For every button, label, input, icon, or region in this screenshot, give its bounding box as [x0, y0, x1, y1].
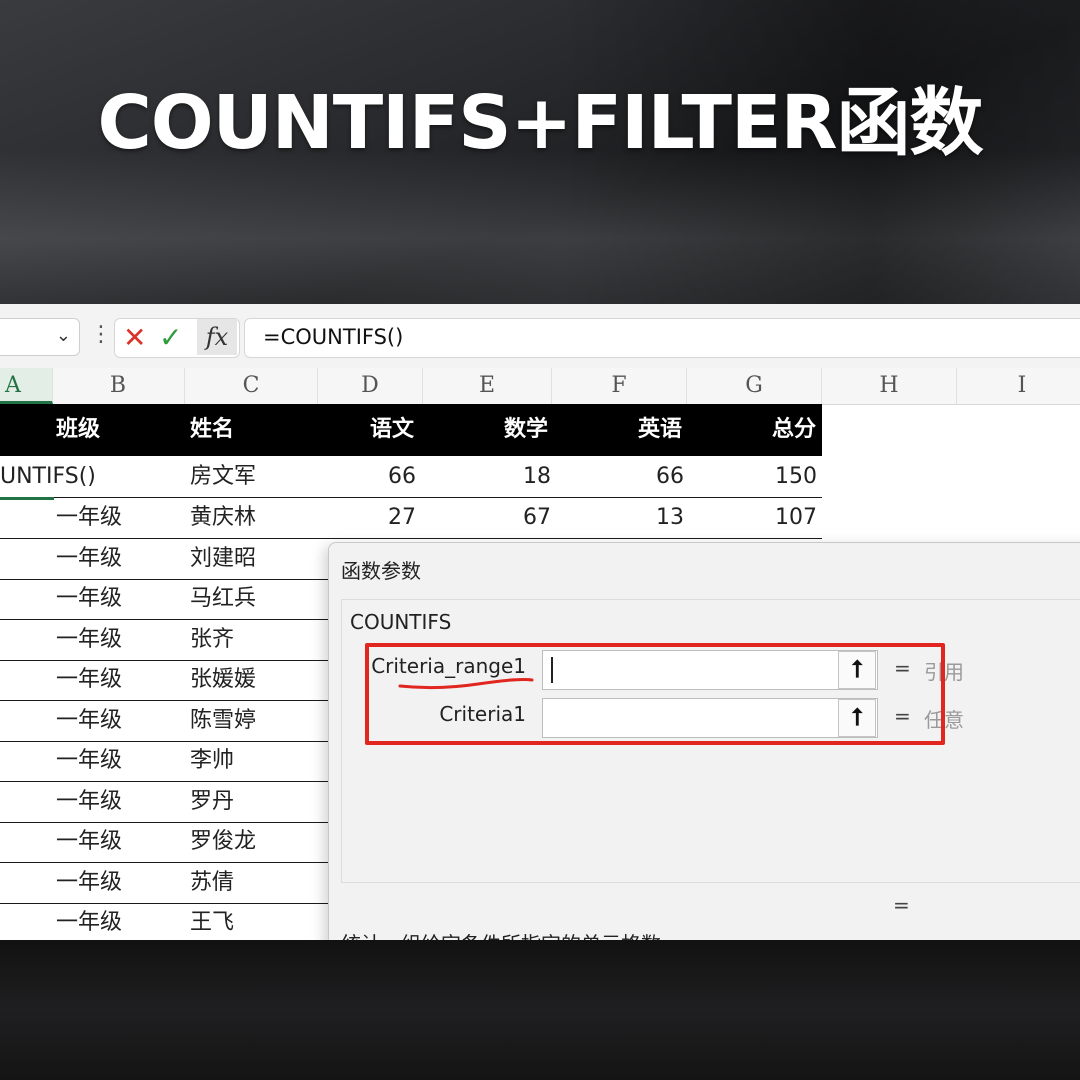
- cell-class[interactable]: 一年级: [56, 822, 122, 862]
- column-header-h[interactable]: H: [822, 368, 957, 404]
- red-highlight-box: [365, 643, 945, 745]
- name-box[interactable]: ⌄: [0, 318, 80, 356]
- cell-name[interactable]: 苏倩: [190, 863, 234, 903]
- cell-total[interactable]: 107: [687, 498, 817, 538]
- table-row: 一年级 黄庆林 27 67 13 107: [0, 498, 822, 539]
- table-header-row: 班级 姓名 语文 数学 英语 总分: [0, 404, 822, 456]
- chevron-down-icon[interactable]: ⌄: [56, 325, 71, 346]
- cell-chinese[interactable]: 27: [318, 498, 416, 538]
- cancel-x-icon[interactable]: ✕: [123, 321, 146, 354]
- cell-class[interactable]: 一年级: [56, 701, 122, 741]
- formula-bar: ⌄ ⋮ ✕ ✓ fx =COUNTIFS(): [0, 304, 1080, 369]
- cell-class[interactable]: 一年级: [56, 863, 122, 903]
- cell-total[interactable]: 150: [687, 457, 817, 497]
- header-class[interactable]: 班级: [56, 404, 100, 456]
- dialog-title: 函数参数: [341, 559, 421, 583]
- cell-name[interactable]: 罗丹: [190, 782, 234, 822]
- cell-name[interactable]: 张齐: [190, 620, 234, 660]
- more-options-icon[interactable]: ⋮: [90, 322, 112, 347]
- cell-english[interactable]: 13: [552, 498, 684, 538]
- formula-input[interactable]: =COUNTIFS(): [244, 318, 1080, 358]
- column-header-g[interactable]: G: [687, 368, 822, 404]
- cell-class[interactable]: 一年级: [56, 741, 122, 781]
- header-english[interactable]: 英语: [638, 404, 682, 456]
- cell-math[interactable]: 67: [423, 498, 551, 538]
- cell-class[interactable]: 一年级: [56, 579, 122, 619]
- cell-name[interactable]: 李帅: [190, 741, 234, 781]
- cell-name[interactable]: 黄庆林: [190, 498, 256, 538]
- result-equals: =: [893, 893, 910, 917]
- table-row: UNTIFS() 房文军 66 18 66 150: [0, 457, 822, 498]
- column-headers: A B C D E F G H I: [0, 368, 1080, 405]
- cell-class[interactable]: 一年级: [56, 539, 122, 579]
- cell-class[interactable]: 一年级: [56, 782, 122, 822]
- column-header-b[interactable]: B: [52, 368, 185, 404]
- cell-class[interactable]: 一年级: [56, 903, 122, 940]
- enter-check-icon[interactable]: ✓: [159, 321, 182, 354]
- cell-name[interactable]: 张媛媛: [190, 660, 256, 700]
- cell-name[interactable]: 刘建昭: [190, 539, 256, 579]
- cell-class[interactable]: 一年级: [56, 660, 122, 700]
- cell-math[interactable]: 18: [423, 457, 551, 497]
- column-header-f[interactable]: F: [552, 368, 687, 404]
- cell-class[interactable]: 一年级: [56, 498, 122, 538]
- column-header-c[interactable]: C: [185, 368, 318, 404]
- column-header-e[interactable]: E: [423, 368, 552, 404]
- cell-name[interactable]: 马红兵: [190, 579, 256, 619]
- formula-text: =COUNTIFS(): [263, 325, 404, 349]
- function-name: COUNTIFS: [350, 610, 452, 634]
- cell-name[interactable]: 陈雪婷: [190, 701, 256, 741]
- cell-chinese[interactable]: 66: [318, 457, 416, 497]
- column-header-i[interactable]: I: [957, 368, 1080, 404]
- formula-buttons: ✕ ✓ fx: [114, 318, 240, 358]
- cell-class[interactable]: 一年级: [56, 620, 122, 660]
- cell-name[interactable]: 房文军: [190, 457, 256, 497]
- function-description: 统计一组给定条件所指定的单元格数: [341, 928, 661, 940]
- insert-function-icon[interactable]: fx: [197, 319, 237, 355]
- column-header-d[interactable]: D: [318, 368, 423, 404]
- header-name[interactable]: 姓名: [190, 404, 234, 456]
- function-arguments-dialog: 函数参数 COUNTIFS Criteria_range1 ⭡ = 引用 Cri…: [328, 542, 1080, 940]
- spreadsheet-screen: ⌄ ⋮ ✕ ✓ fx =COUNTIFS() A B C D E F G H I…: [0, 304, 1080, 940]
- bottom-banner: [0, 940, 1080, 1080]
- header-math[interactable]: 数学: [504, 404, 548, 456]
- cell-name[interactable]: 王飞: [190, 903, 234, 940]
- column-header-a[interactable]: A: [0, 368, 53, 404]
- top-banner: COUNTIFS+FILTER函数: [0, 0, 1080, 304]
- cell-name[interactable]: 罗俊龙: [190, 822, 256, 862]
- header-total[interactable]: 总分: [772, 404, 816, 456]
- banner-title: COUNTIFS+FILTER函数: [97, 80, 983, 166]
- active-cell-indicator: [0, 457, 54, 500]
- cell-english[interactable]: 66: [552, 457, 684, 497]
- header-chinese[interactable]: 语文: [370, 404, 414, 456]
